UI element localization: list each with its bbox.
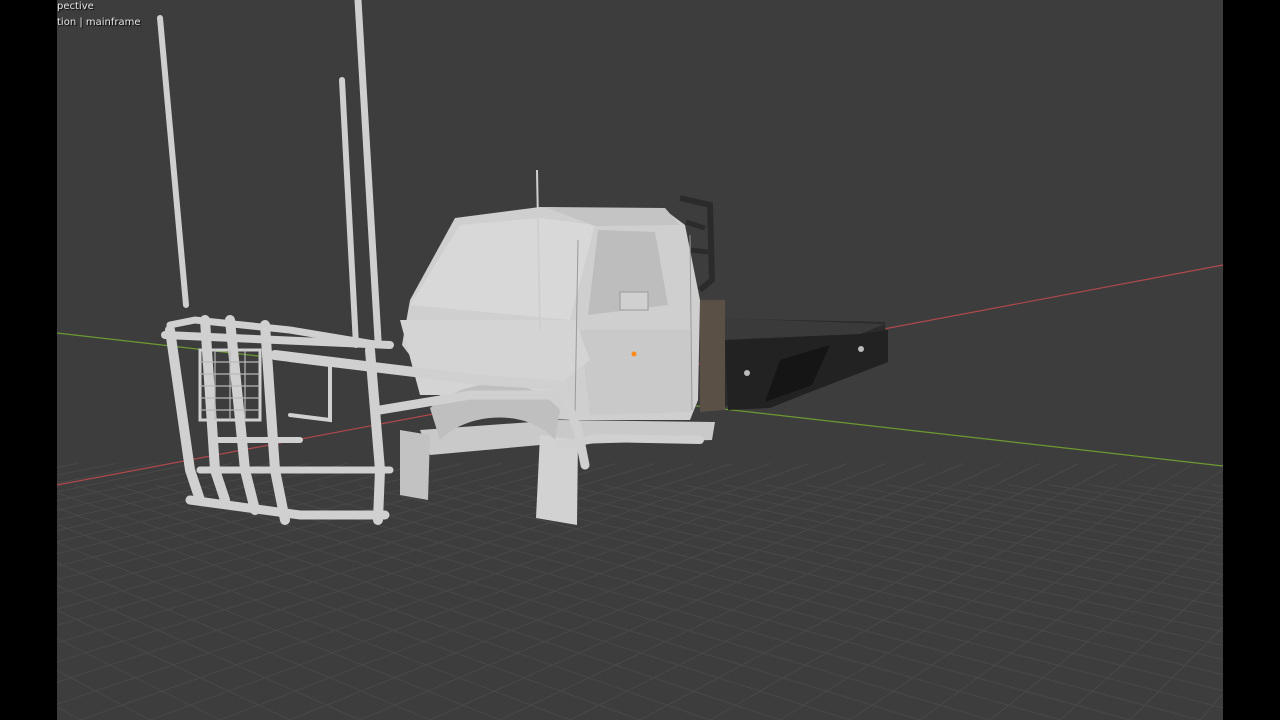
right-letterbox <box>1223 0 1280 720</box>
left-letterbox <box>0 0 57 720</box>
flatbed-tray[interactable] <box>679 195 888 412</box>
3d-viewport[interactable]: pective tion | mainframe <box>57 0 1223 720</box>
antenna-poles[interactable] <box>157 0 382 348</box>
viewport-canvas[interactable] <box>57 0 1223 720</box>
object-origin-dot <box>631 351 637 357</box>
view-mode-label: pective <box>57 1 94 12</box>
collection-label: tion | mainframe <box>57 17 141 28</box>
